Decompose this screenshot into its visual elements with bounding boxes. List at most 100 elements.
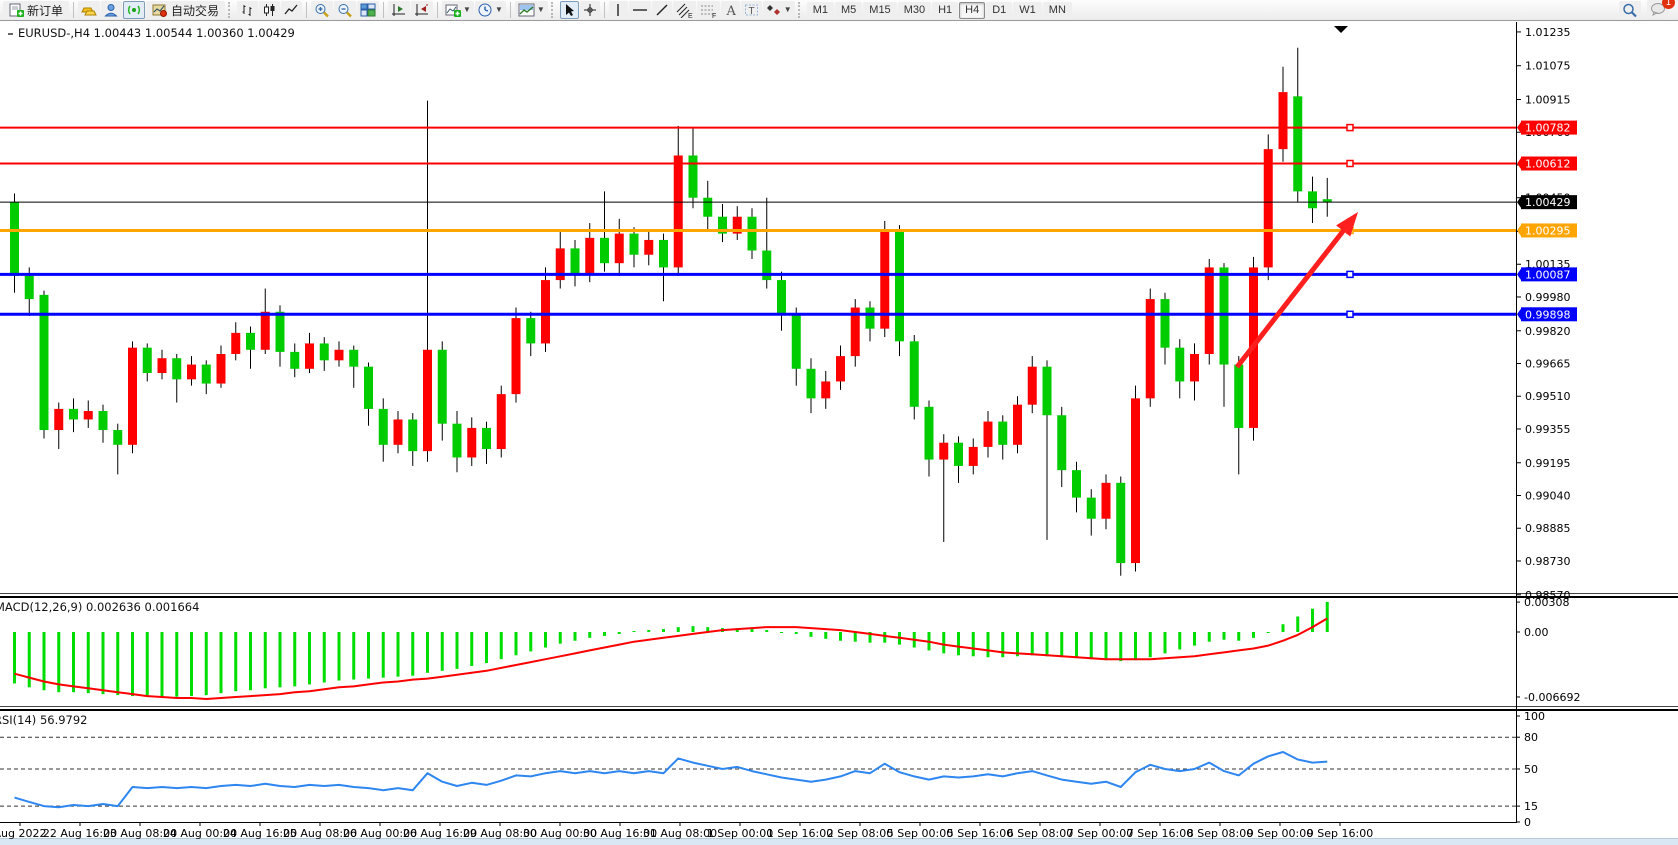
gold-button[interactable] <box>78 1 100 19</box>
macd-histogram-bar <box>987 632 990 657</box>
macd-histogram-bar <box>1252 632 1255 638</box>
candle <box>69 398 78 432</box>
trendline-tool-button[interactable] <box>652 1 672 19</box>
macd-histogram-bar <box>854 632 857 642</box>
new-order-button[interactable]: 新订单 <box>3 1 69 19</box>
period-button[interactable]: ▼ <box>475 1 506 19</box>
add-indicator-button[interactable]: ▼ <box>442 1 474 19</box>
date-axis-label: 5 Sep 16:00 <box>947 827 1013 840</box>
macd-histogram-bar <box>116 632 119 695</box>
svg-text:1.00087: 1.00087 <box>1525 268 1571 281</box>
timeframe-w1-button[interactable]: W1 <box>1013 2 1042 19</box>
line-chart-button[interactable] <box>281 1 302 19</box>
timeframe-m30-button[interactable]: M30 <box>898 2 931 19</box>
price-axis-tick-label: 0.99820 <box>1525 325 1571 338</box>
candle <box>143 343 152 381</box>
clock-icon <box>478 3 493 17</box>
macd-histogram-bar <box>780 632 783 633</box>
svg-text:1.00295: 1.00295 <box>1525 224 1571 237</box>
candle <box>703 181 712 230</box>
price-line-handle[interactable] <box>1347 271 1353 277</box>
notification-badge[interactable]: 1 <box>1662 0 1675 9</box>
tile-windows-icon <box>360 3 376 17</box>
auto-trading-button[interactable]: 自动交易 <box>146 1 225 19</box>
search-button[interactable] <box>1619 1 1641 19</box>
macd-axis-tick-label: -0.006692 <box>1524 691 1580 704</box>
horizontal-line-tool-button[interactable] <box>629 1 651 19</box>
price-axis-tick-label: 0.99510 <box>1525 390 1571 403</box>
arrows-tool-button[interactable]: ▼ <box>763 1 795 19</box>
bar-chart-button[interactable] <box>237 1 258 19</box>
arrow-objects-icon <box>766 3 782 17</box>
macd-histogram-bar <box>205 632 208 695</box>
candle <box>408 413 417 466</box>
toolbar-separator <box>510 2 511 18</box>
crosshair-button[interactable] <box>580 1 600 19</box>
toolbar-separator <box>604 2 605 18</box>
price-lines-layer[interactable] <box>0 125 1516 318</box>
macd-histogram-bar <box>1282 624 1285 632</box>
chart-title: EURUSD-,H4 1.00443 1.00544 1.00360 1.004… <box>8 26 295 40</box>
candlestick-chart-button[interactable] <box>259 1 280 19</box>
tile-windows-button[interactable] <box>357 1 379 19</box>
cursor-button[interactable] <box>560 1 579 19</box>
macd-histogram-bar <box>308 632 311 684</box>
crosshair-icon <box>583 3 597 17</box>
rsi-axis-tick-label: 100 <box>1524 710 1545 723</box>
candle <box>1013 396 1022 453</box>
timeframe-m5-button[interactable]: M5 <box>835 2 862 19</box>
dropdown-caret-icon: ▼ <box>537 6 545 14</box>
price-axis-tick-label: 0.99040 <box>1525 489 1571 502</box>
timeframe-m1-button[interactable]: M1 <box>807 2 834 19</box>
macd-histogram-bar <box>426 632 429 673</box>
candle <box>718 204 727 242</box>
candle <box>615 219 624 276</box>
fibonacci-tool-button[interactable]: F <box>697 1 720 19</box>
template-button[interactable]: ▼ <box>515 1 548 19</box>
zoom-out-icon <box>337 3 353 18</box>
candle <box>630 227 639 267</box>
step-forward-chart-button[interactable] <box>411 1 433 19</box>
timeframe-mn-button[interactable]: MN <box>1043 2 1072 19</box>
signals-button[interactable] <box>123 1 145 19</box>
timeframe-h4-button[interactable]: H4 <box>959 2 985 19</box>
step-back-chart-button[interactable] <box>388 1 410 19</box>
price-line-handle[interactable] <box>1347 125 1353 131</box>
macd-histogram-bar <box>411 632 414 676</box>
svg-text:1.00429: 1.00429 <box>1525 196 1571 209</box>
timeframe-d1-button[interactable]: D1 <box>986 2 1012 19</box>
candle <box>526 312 535 356</box>
candle <box>851 299 860 367</box>
candle <box>453 411 462 472</box>
svg-text:1.00782: 1.00782 <box>1525 122 1571 135</box>
candle <box>1057 407 1066 487</box>
candle <box>984 411 993 457</box>
macd-histogram-bar <box>957 632 960 655</box>
window-icon <box>8 33 13 35</box>
candle <box>1190 343 1199 400</box>
date-axis-label: 8 Sep 08:00 <box>1187 827 1253 840</box>
candle <box>217 346 226 388</box>
price-line-handle[interactable] <box>1347 160 1353 166</box>
candle <box>128 341 137 453</box>
macd-histogram-bar <box>456 632 459 669</box>
text-tool-button[interactable]: A <box>721 1 740 19</box>
zoom-in-button[interactable] <box>311 1 333 19</box>
macd-signal-line <box>15 618 1328 699</box>
chart-shift-marker[interactable] <box>1334 26 1348 33</box>
timeframe-h1-button[interactable]: H1 <box>932 2 958 19</box>
vertical-line-tool-button[interactable] <box>609 1 628 19</box>
equidistant-channel-tool-button[interactable]: E <box>673 1 696 19</box>
price-line-handle[interactable] <box>1347 311 1353 317</box>
macd-histogram-bar <box>692 626 695 632</box>
candle <box>10 193 19 292</box>
price-line-axis-label: 0.99898 <box>1517 307 1577 321</box>
toolbar-right-zone: 1 <box>1619 0 1675 20</box>
profile-button[interactable] <box>101 1 122 19</box>
zoom-out-button[interactable] <box>334 1 356 19</box>
candle <box>497 386 506 458</box>
candle <box>467 417 476 466</box>
text-label-tool-button[interactable]: T <box>741 1 762 19</box>
timeframe-m15-button[interactable]: M15 <box>863 2 896 19</box>
chart-canvas[interactable]: 1.012351.010751.009151.007601.006051.004… <box>0 22 1678 845</box>
